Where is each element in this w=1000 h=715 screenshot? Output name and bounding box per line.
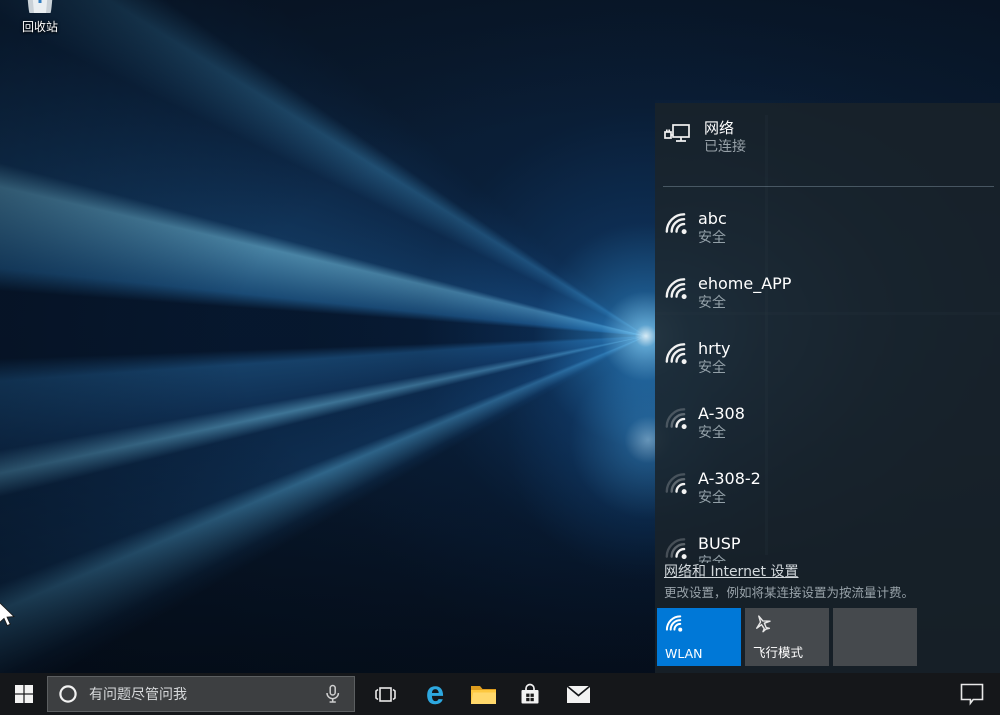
network-settings-link[interactable]: 网络和 Internet 设置 bbox=[664, 564, 799, 581]
wifi-network-name: A-308 bbox=[698, 403, 745, 424]
wifi-network-name: abc bbox=[698, 208, 727, 229]
airplane-icon bbox=[752, 613, 774, 635]
airplane-button-label: 飞行模式 bbox=[753, 642, 803, 661]
edge-glyph: e bbox=[426, 676, 444, 709]
wifi-network-item[interactable]: abc 安全 bbox=[655, 202, 1000, 267]
wifi-icon bbox=[664, 613, 684, 633]
task-view-button[interactable] bbox=[362, 673, 408, 715]
store-icon[interactable] bbox=[507, 673, 553, 715]
folder-icon bbox=[470, 683, 497, 706]
wifi-signal-icon bbox=[663, 275, 689, 301]
search-placeholder: 有问题尽管问我 bbox=[89, 684, 322, 704]
recycle-bin-label: 回收站 bbox=[12, 18, 68, 35]
recycle-bin-icon bbox=[12, 0, 68, 15]
wifi-signal-icon bbox=[663, 535, 689, 561]
wifi-network-name: A-308-2 bbox=[698, 468, 761, 489]
edge-browser-icon[interactable]: e bbox=[412, 673, 458, 715]
wifi-network-security: 安全 bbox=[698, 294, 791, 313]
wifi-network-security: 安全 bbox=[698, 489, 761, 508]
store-bag-icon bbox=[517, 681, 543, 707]
recycle-bin[interactable]: 回收站 bbox=[12, 0, 68, 35]
wifi-network-item[interactable]: A-308 安全 bbox=[655, 397, 1000, 462]
start-button[interactable] bbox=[0, 673, 47, 715]
desktop: 回收站 网络 已连接 bbox=[0, 0, 1000, 715]
search-input[interactable]: 有问题尽管问我 bbox=[47, 676, 355, 712]
mail-icon[interactable] bbox=[555, 673, 601, 715]
wifi-network-item[interactable]: A-308-2 安全 bbox=[655, 462, 1000, 527]
wlan-toggle-button[interactable]: WLAN bbox=[657, 608, 741, 666]
wifi-network-item[interactable]: hrty 安全 bbox=[655, 332, 1000, 397]
divider bbox=[663, 186, 994, 187]
wifi-network-item[interactable]: BUSP 安全 bbox=[655, 527, 1000, 563]
wifi-signal-icon bbox=[663, 470, 689, 496]
network-settings-hint: 更改设置，例如将某连接设置为按流量计费。 bbox=[664, 585, 992, 601]
wifi-network-item[interactable]: ehome_APP 安全 bbox=[655, 267, 1000, 332]
wlan-button-label: WLAN bbox=[665, 646, 703, 661]
flyout-settings-area: 网络和 Internet 设置 更改设置，例如将某连接设置为按流量计费。 bbox=[664, 561, 992, 601]
cortana-icon bbox=[58, 684, 78, 704]
wifi-network-security: 安全 bbox=[698, 359, 730, 378]
microphone-icon[interactable] bbox=[322, 684, 343, 705]
envelope-icon bbox=[566, 685, 591, 704]
wifi-network-security: 安全 bbox=[698, 229, 727, 248]
action-center-icon[interactable] bbox=[949, 673, 995, 715]
wifi-signal-icon bbox=[663, 340, 689, 366]
file-explorer-icon[interactable] bbox=[460, 673, 506, 715]
mobile-hotspot-button[interactable] bbox=[833, 608, 917, 666]
wifi-network-name: ehome_APP bbox=[698, 273, 791, 294]
ethernet-icon bbox=[663, 119, 695, 151]
wifi-network-name: BUSP bbox=[698, 533, 741, 554]
wifi-network-security: 安全 bbox=[698, 424, 745, 443]
wifi-signal-icon bbox=[663, 405, 689, 431]
network-title: 网络 bbox=[704, 119, 746, 138]
wifi-network-list: abc 安全 ehome_APP 安全 bbox=[655, 190, 1000, 563]
notification-bubble-icon bbox=[960, 683, 984, 706]
task-view-icon bbox=[374, 685, 397, 704]
quick-actions-row: WLAN 飞行模式 bbox=[657, 608, 917, 666]
windows-logo-icon bbox=[15, 685, 33, 703]
wifi-network-name: hrty bbox=[698, 338, 730, 359]
network-status: 已连接 bbox=[704, 138, 746, 157]
wifi-signal-icon bbox=[663, 210, 689, 236]
connected-network-item[interactable]: 网络 已连接 bbox=[663, 119, 746, 157]
airplane-mode-button[interactable]: 飞行模式 bbox=[745, 608, 829, 666]
network-flyout: 网络 已连接 abc 安全 bbox=[655, 103, 1000, 673]
taskbar: 有问题尽管问我 e bbox=[0, 673, 1000, 715]
